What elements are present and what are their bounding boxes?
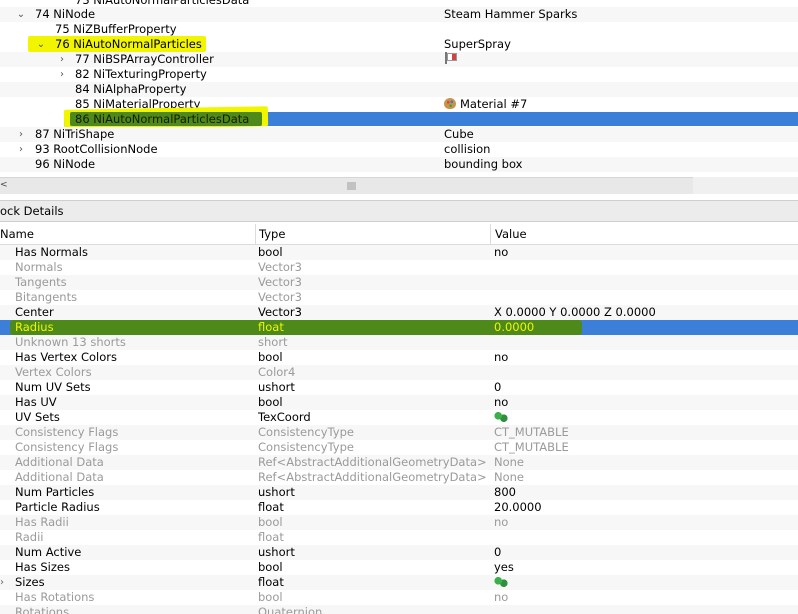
table-row[interactable]: Consistency Flags ConsistencyType CT_MUT… <box>0 425 798 440</box>
tree-row-value: Material #7 <box>460 97 528 111</box>
tree-row-label: 93 RootCollisionNode <box>35 142 158 156</box>
tree-row-75[interactable]: 75 NiZBufferProperty <box>0 22 798 37</box>
scroll-left-icon[interactable]: < <box>0 180 8 190</box>
tree-row-label: 75 NiZBufferProperty <box>55 22 177 36</box>
chevron-right-icon[interactable]: › <box>15 127 27 142</box>
horizontal-scrollbar[interactable]: < <box>0 177 693 194</box>
table-row[interactable]: Additional Data Ref<AbstractAdditionalGe… <box>0 455 798 470</box>
table-row[interactable]: Unknown 13 shorts short <box>0 335 798 350</box>
tree-row-label: 82 NiTexturingProperty <box>75 67 207 81</box>
table-row[interactable]: Has UV bool no <box>0 395 798 410</box>
tree-row-value: collision <box>444 142 491 156</box>
tree-row-93[interactable]: › 93 RootCollisionNode collision <box>0 142 798 157</box>
table-row[interactable]: Has Rotations bool no <box>0 590 798 605</box>
table-row[interactable]: Vertex Colors Color4 <box>0 365 798 380</box>
chevron-right-icon[interactable]: › <box>56 67 68 82</box>
tree-row-77[interactable]: › 77 NiBSPArrayController <box>0 52 798 67</box>
tree-row-label: 87 NiTriShape <box>35 127 115 141</box>
tree-row-label: 76 NiAutoNormalParticles <box>55 37 202 51</box>
table-row[interactable]: Bitangents Vector3 <box>0 290 798 305</box>
tree-row-label: 86 NiAutoNormalParticlesData <box>75 112 250 126</box>
scrollbar-corner <box>693 177 798 194</box>
panel-title: ock Details <box>0 204 64 218</box>
tree-row-96[interactable]: 96 NiNode bounding box <box>0 157 798 172</box>
column-header-value[interactable]: Value <box>491 224 797 244</box>
chevron-right-icon[interactable]: › <box>15 142 27 157</box>
block-tree[interactable]: 73 NiAutoNormalParticlesData ⌄ 74 NiNode… <box>0 0 798 177</box>
tree-row-value <box>444 52 457 67</box>
flag-icon <box>444 52 457 64</box>
table-row[interactable]: Has Sizes bool yes <box>0 560 798 575</box>
tree-row-value: Cube <box>444 127 474 141</box>
block-details-title-bar[interactable]: ock Details <box>0 200 798 222</box>
tree-row-value: Steam Hammer Sparks <box>444 7 578 21</box>
tree-row-label: 77 NiBSPArrayController <box>75 52 214 66</box>
chevron-right-icon[interactable]: › <box>0 575 10 590</box>
table-row[interactable]: Num Active ushort 0 <box>0 545 798 560</box>
details-header: Name Type Value <box>0 224 798 245</box>
column-header-name[interactable]: Name <box>0 224 256 244</box>
table-row[interactable]: Has Normals bool no <box>0 245 798 260</box>
table-row[interactable]: › Sizes float <box>0 575 798 590</box>
table-row[interactable]: Radii float <box>0 530 798 545</box>
table-row[interactable]: Normals Vector3 <box>0 260 798 275</box>
table-row[interactable]: Particle Radius float 20.0000 <box>0 500 798 515</box>
chevron-right-icon[interactable]: › <box>56 52 68 67</box>
chevron-down-icon[interactable]: ⌄ <box>35 37 47 52</box>
tree-row-76[interactable]: ⌄ 76 NiAutoNormalParticles SuperSpray <box>0 37 798 52</box>
tree-row-value: bounding box <box>444 157 523 171</box>
scrollbar-thumb[interactable] <box>347 182 356 190</box>
tree-row-label: 84 NiAlphaProperty <box>75 82 187 96</box>
chevron-down-icon[interactable]: ⌄ <box>15 7 27 22</box>
tree-row-87[interactable]: › 87 NiTriShape Cube <box>0 127 798 142</box>
sizes-icon <box>494 576 508 588</box>
table-row[interactable]: Has Radii bool no <box>0 515 798 530</box>
tree-row-value: SuperSpray <box>444 37 511 51</box>
tree-row-label: 74 NiNode <box>35 7 96 21</box>
table-row[interactable]: Additional Data Ref<AbstractAdditionalGe… <box>0 470 798 485</box>
table-row[interactable]: Has Vertex Colors bool no <box>0 350 798 365</box>
table-row[interactable]: Consistency Flags ConsistencyType CT_MUT… <box>0 440 798 455</box>
table-row[interactable]: Tangents Vector3 <box>0 275 798 290</box>
table-row-selected[interactable]: Radius float 0.0000 <box>0 320 798 335</box>
table-row[interactable]: Rotations Quaternion <box>0 605 798 614</box>
table-row[interactable]: Center Vector3 X 0.0000 Y 0.0000 Z 0.000… <box>0 305 798 320</box>
table-row[interactable]: Num UV Sets ushort 0 <box>0 380 798 395</box>
uv-sets-icon <box>494 411 508 423</box>
block-details-table[interactable]: Has Normals bool no Normals Vector3 Tang… <box>0 245 798 614</box>
tree-row-82[interactable]: › 82 NiTexturingProperty <box>0 67 798 82</box>
column-header-type[interactable]: Type <box>255 224 491 244</box>
tree-row-label: 96 NiNode <box>35 157 96 171</box>
table-row[interactable]: Num Particles ushort 800 <box>0 485 798 500</box>
tree-row-86[interactable]: 86 NiAutoNormalParticlesData <box>0 112 798 127</box>
palette-icon <box>444 98 456 109</box>
table-row[interactable]: UV Sets TexCoord <box>0 410 798 425</box>
tree-row-84[interactable]: 84 NiAlphaProperty <box>0 82 798 97</box>
tree-row-74[interactable]: ⌄ 74 NiNode Steam Hammer Sparks <box>0 7 798 22</box>
